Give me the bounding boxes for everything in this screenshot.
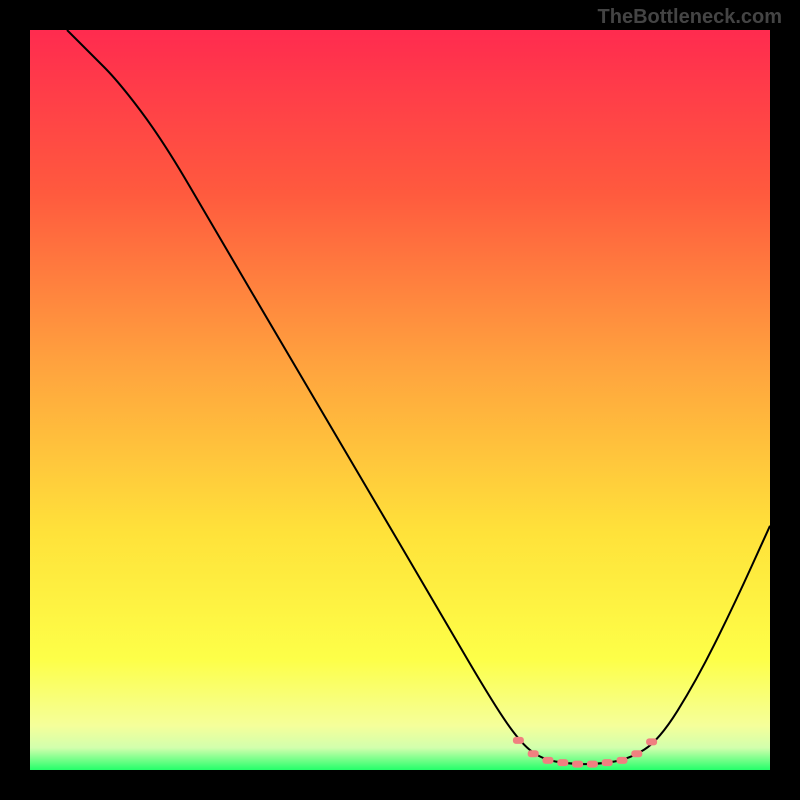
chart-container: TheBottleneck.com	[0, 0, 800, 800]
optimal-marker	[513, 737, 524, 744]
optimal-marker	[557, 759, 568, 766]
chart-svg	[30, 30, 770, 770]
chart-plot-area	[30, 30, 770, 770]
gradient-background	[30, 30, 770, 770]
optimal-marker	[587, 761, 598, 768]
attribution-label: TheBottleneck.com	[598, 6, 782, 29]
optimal-marker	[617, 757, 628, 764]
optimal-marker	[543, 757, 554, 764]
optimal-marker	[602, 759, 613, 766]
optimal-marker	[631, 750, 642, 757]
optimal-marker	[528, 750, 539, 757]
optimal-marker	[572, 761, 583, 768]
optimal-marker	[646, 738, 657, 745]
